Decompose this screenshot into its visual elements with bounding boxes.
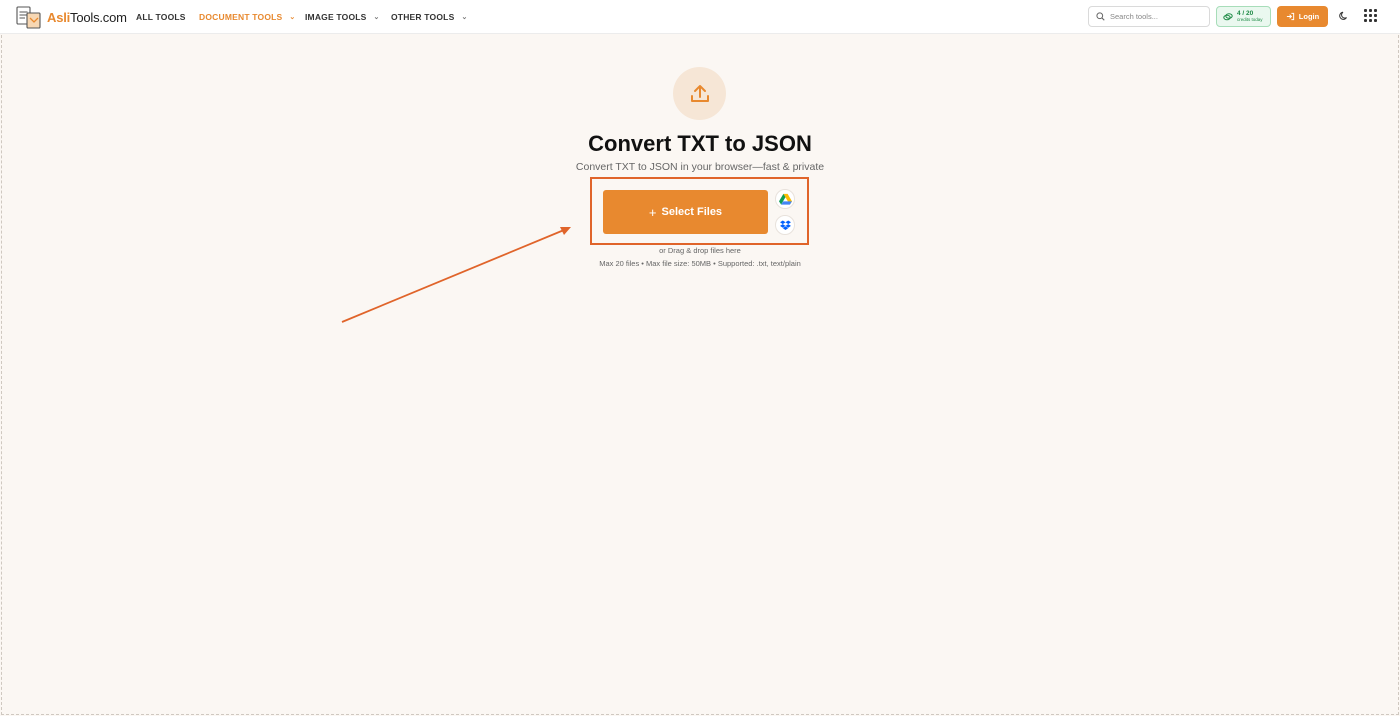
- upload-badge: [673, 67, 726, 120]
- annotation-arrow-icon: [341, 227, 571, 323]
- credits-icon: [1223, 12, 1233, 20]
- nav-all-tools[interactable]: ALL TOOLS: [136, 0, 186, 34]
- logo-prefix: Asli: [47, 9, 71, 25]
- nav-label: ALL TOOLS: [136, 12, 186, 22]
- dropbox-button[interactable]: [775, 215, 795, 235]
- search-input[interactable]: [1110, 12, 1205, 21]
- nav-document-tools[interactable]: DOCUMENT TOOLS ⌄: [199, 0, 295, 34]
- top-navbar: AsliTools.com ALL TOOLS DOCUMENT TOOLS ⌄…: [0, 0, 1400, 34]
- login-icon: [1286, 12, 1294, 21]
- page-subtitle: Convert TXT to JSON in your browser—fast…: [575, 161, 825, 173]
- grid-dot: [1369, 19, 1372, 22]
- drag-drop-hint: or Drag & drop files here: [659, 246, 741, 255]
- theme-toggle[interactable]: [1336, 8, 1352, 24]
- upload-icon: [690, 84, 709, 102]
- grid-dot: [1369, 14, 1372, 17]
- grid-dot: [1374, 14, 1377, 17]
- nav-label: OTHER TOOLS: [391, 12, 455, 22]
- credits-text: 4 / 20 credits today: [1237, 10, 1263, 23]
- logo-suffix: Tools.com: [70, 9, 127, 25]
- logo-icon: [16, 6, 41, 29]
- google-drive-button[interactable]: [775, 189, 795, 209]
- search-box[interactable]: [1088, 6, 1210, 27]
- logo-text: AsliTools.com: [47, 10, 127, 25]
- credits-badge[interactable]: 4 / 20 credits today: [1216, 6, 1271, 27]
- dropbox-icon: [779, 220, 791, 230]
- nav-label: DOCUMENT TOOLS: [199, 12, 283, 22]
- google-drive-icon: [778, 193, 792, 205]
- page-title: Convert TXT to JSON: [588, 131, 812, 156]
- site-logo[interactable]: AsliTools.com: [16, 5, 127, 29]
- moon-icon: [1339, 11, 1347, 20]
- chevron-down-icon: ⌄: [461, 14, 468, 21]
- apps-grid-icon[interactable]: [1364, 9, 1380, 25]
- grid-dot: [1374, 9, 1377, 12]
- select-files-label: Select Files: [661, 206, 723, 218]
- nav-other-tools[interactable]: OTHER TOOLS ⌄: [391, 0, 468, 34]
- grid-dot: [1374, 19, 1377, 22]
- plus-icon: +: [648, 204, 657, 220]
- chevron-down-icon: ⌄: [289, 14, 296, 21]
- grid-dot: [1369, 9, 1372, 12]
- grid-dot: [1364, 9, 1367, 12]
- grid-dot: [1364, 14, 1367, 17]
- login-button[interactable]: Login: [1277, 6, 1328, 27]
- search-icon: [1096, 12, 1105, 21]
- login-label: Login: [1298, 12, 1320, 21]
- grid-dot: [1364, 19, 1367, 22]
- credits-label: credits today: [1237, 17, 1263, 22]
- select-files-button[interactable]: + Select Files: [603, 190, 768, 234]
- upload-limits: Max 20 files • Max file size: 50MB • Sup…: [599, 259, 801, 268]
- chevron-down-icon: ⌄: [373, 14, 380, 21]
- nav-label: IMAGE TOOLS: [305, 12, 367, 22]
- nav-image-tools[interactable]: IMAGE TOOLS ⌄: [305, 0, 380, 34]
